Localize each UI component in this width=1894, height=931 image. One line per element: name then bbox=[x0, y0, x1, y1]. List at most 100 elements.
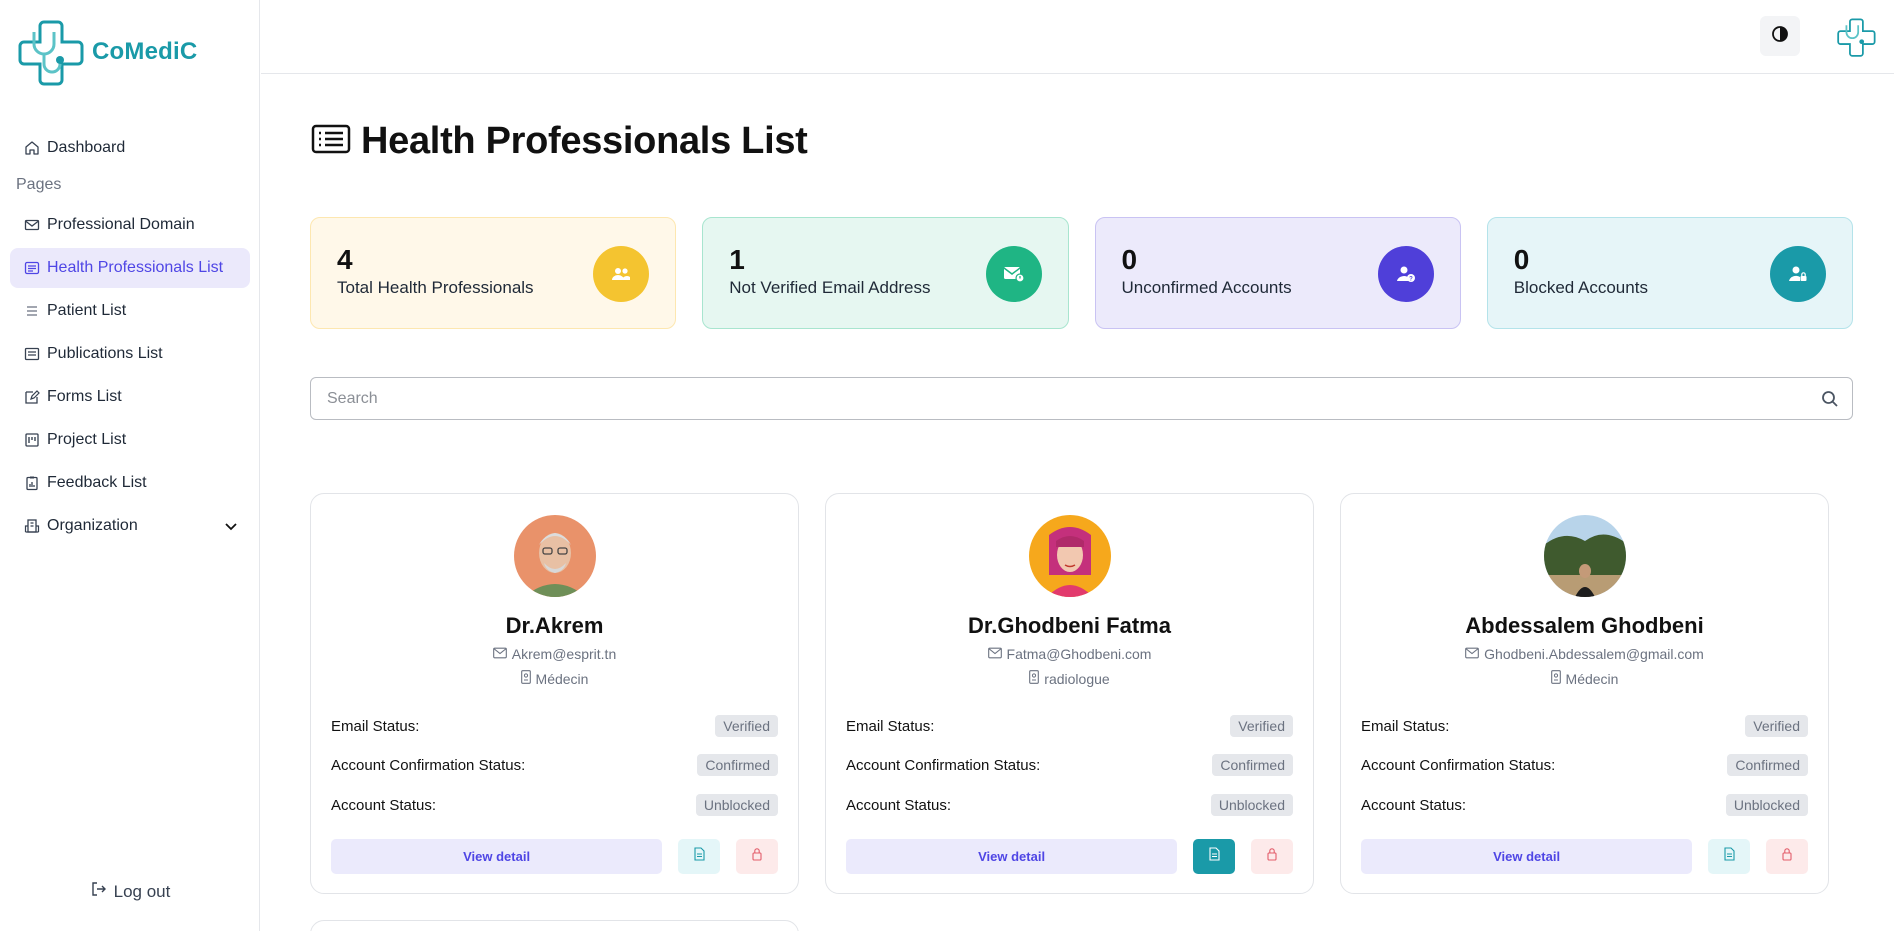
account-status-label: Account Status: bbox=[1361, 796, 1467, 814]
user-avatar[interactable] bbox=[1836, 16, 1878, 58]
badge-icon bbox=[520, 670, 531, 687]
logo-text: CoMediC bbox=[92, 38, 198, 65]
stat-card-total: 4 Total Health Professionals bbox=[310, 217, 677, 329]
badge-icon bbox=[1029, 670, 1040, 687]
sidebar-item-label: Organization bbox=[47, 517, 138, 534]
status-badge: Confirmed bbox=[697, 754, 778, 776]
badge-icon bbox=[1550, 670, 1561, 687]
clipboard-chart-icon bbox=[24, 475, 40, 491]
sidebar-item-label: Feedback List bbox=[47, 474, 147, 491]
view-detail-button[interactable]: View detail bbox=[331, 839, 663, 874]
list-icon bbox=[24, 260, 40, 276]
block-button[interactable] bbox=[1251, 839, 1294, 874]
email-status-label: Email Status: bbox=[1361, 717, 1450, 735]
professional-email: Ghodbeni.Abdessalem@gmail.com bbox=[1341, 646, 1828, 662]
sidebar-item-professional-domain[interactable]: Professional Domain bbox=[10, 205, 250, 245]
document-icon bbox=[694, 847, 705, 866]
professionals-grid: Dr.Akrem Akrem@esprit.tn Médecin Email S… bbox=[310, 493, 1829, 894]
email-status-row: Email Status: Verified bbox=[846, 715, 1293, 737]
card-actions: View detail bbox=[846, 839, 1294, 874]
block-button[interactable] bbox=[1766, 839, 1809, 874]
professional-name: Dr.Akrem bbox=[505, 613, 604, 638]
account-status-row: Account Status: Unblocked bbox=[1361, 794, 1808, 816]
theme-toggle-button[interactable] bbox=[1760, 16, 1800, 56]
sidebar: CoMediC Dashboard Pages Professional Dom… bbox=[0, 0, 260, 931]
professional-card: Abdessalem Ghodbeni Ghodbeni.Abdessalem@… bbox=[1340, 493, 1829, 894]
professional-name: Dr.Ghodbeni Fatma bbox=[968, 613, 1171, 638]
stat-card-unconfirmed: 0 Unconfirmed Accounts ? bbox=[1094, 217, 1461, 329]
stats-row: 4 Total Health Professionals 1 Not Verif… bbox=[310, 217, 1853, 329]
document-icon bbox=[1209, 847, 1220, 866]
mail-icon bbox=[987, 646, 1002, 662]
status-badge: Unblocked bbox=[1210, 794, 1293, 816]
logout-label: Log out bbox=[113, 881, 171, 901]
user-question-icon: ? bbox=[1377, 246, 1434, 302]
block-button[interactable] bbox=[736, 839, 779, 874]
view-detail-button[interactable]: View detail bbox=[1361, 839, 1693, 874]
edit-icon bbox=[24, 389, 40, 405]
professional-role-text: radiologue bbox=[1044, 670, 1110, 687]
card-actions: View detail bbox=[331, 839, 779, 874]
professional-role: Médecin bbox=[1341, 670, 1828, 687]
sidebar-item-forms-list[interactable]: Forms List bbox=[10, 377, 250, 417]
document-button[interactable] bbox=[1708, 839, 1751, 874]
account-status-row: Account Status: Unblocked bbox=[846, 794, 1293, 816]
lock-icon bbox=[1782, 847, 1792, 866]
account-status-label: Account Status: bbox=[846, 796, 952, 814]
sidebar-item-label: Publications List bbox=[47, 345, 163, 362]
professional-role: Médecin bbox=[311, 670, 798, 687]
stat-card-blocked: 0 Blocked Accounts bbox=[1486, 217, 1853, 329]
professional-role-text: Médecin bbox=[1565, 670, 1619, 687]
email-status-row: Email Status: Verified bbox=[331, 715, 778, 737]
sidebar-item-label: Patient List bbox=[47, 302, 127, 319]
sidebar-item-label: Project List bbox=[47, 431, 127, 448]
sidebar-section-pages: Pages bbox=[16, 176, 62, 193]
avatar bbox=[1543, 515, 1626, 597]
confirmation-status-row: Account Confirmation Status: Confirmed bbox=[331, 754, 778, 776]
list-icon bbox=[311, 123, 351, 160]
confirmation-status-label: Account Confirmation Status: bbox=[846, 756, 1041, 774]
sidebar-item-label: Health Professionals List bbox=[47, 259, 224, 276]
mail-icon bbox=[492, 646, 507, 662]
logout-button[interactable]: Log out bbox=[0, 880, 260, 903]
status-badge: Unblocked bbox=[695, 794, 778, 816]
document-button[interactable] bbox=[1193, 839, 1236, 874]
sidebar-item-label: Dashboard bbox=[47, 139, 126, 156]
professional-role: radiologue bbox=[826, 670, 1313, 687]
kanban-icon bbox=[24, 432, 40, 448]
chevron-down-icon[interactable] bbox=[224, 519, 238, 533]
logout-icon bbox=[90, 880, 108, 903]
sidebar-nav: Dashboard Pages Professional Domain Heal… bbox=[10, 128, 250, 549]
sidebar-item-dashboard[interactable]: Dashboard bbox=[10, 128, 250, 168]
sidebar-item-organization[interactable]: Organization bbox=[10, 506, 250, 546]
avatar bbox=[513, 515, 596, 597]
confirmation-status-label: Account Confirmation Status: bbox=[331, 756, 526, 774]
sidebar-item-feedback-list[interactable]: Feedback List bbox=[10, 463, 250, 503]
status-badge: Verified bbox=[715, 715, 778, 737]
sidebar-item-patient-list[interactable]: Patient List bbox=[10, 291, 250, 331]
avatar bbox=[1028, 515, 1111, 597]
sidebar-item-publications-list[interactable]: Publications List bbox=[10, 334, 250, 374]
mail-alert-icon bbox=[985, 246, 1042, 302]
status-badge: Verified bbox=[1230, 715, 1293, 737]
status-badge: Confirmed bbox=[1727, 754, 1808, 776]
mail-icon bbox=[1465, 646, 1480, 662]
sidebar-item-health-professionals-list[interactable]: Health Professionals List bbox=[10, 248, 250, 288]
mail-icon bbox=[24, 217, 40, 233]
news-icon bbox=[24, 346, 40, 362]
confirmation-status-label: Account Confirmation Status: bbox=[1361, 756, 1556, 774]
page-title-text: Health Professionals List bbox=[361, 120, 808, 162]
lock-icon bbox=[752, 847, 762, 866]
professional-card: Dr.Akrem Akrem@esprit.tn Médecin Email S… bbox=[310, 493, 799, 894]
sidebar-item-project-list[interactable]: Project List bbox=[10, 420, 250, 460]
professional-name: Abdessalem Ghodbeni bbox=[1465, 613, 1704, 638]
users-icon bbox=[593, 246, 650, 302]
search-icon[interactable] bbox=[1808, 390, 1852, 408]
app-logo[interactable]: CoMediC bbox=[18, 18, 197, 86]
account-status-row: Account Status: Unblocked bbox=[331, 794, 778, 816]
confirmation-status-row: Account Confirmation Status: Confirmed bbox=[846, 754, 1293, 776]
stat-card-not-verified: 1 Not Verified Email Address bbox=[702, 217, 1069, 329]
document-button[interactable] bbox=[678, 839, 721, 874]
view-detail-button[interactable]: View detail bbox=[846, 839, 1178, 874]
search-input[interactable] bbox=[311, 378, 1808, 419]
